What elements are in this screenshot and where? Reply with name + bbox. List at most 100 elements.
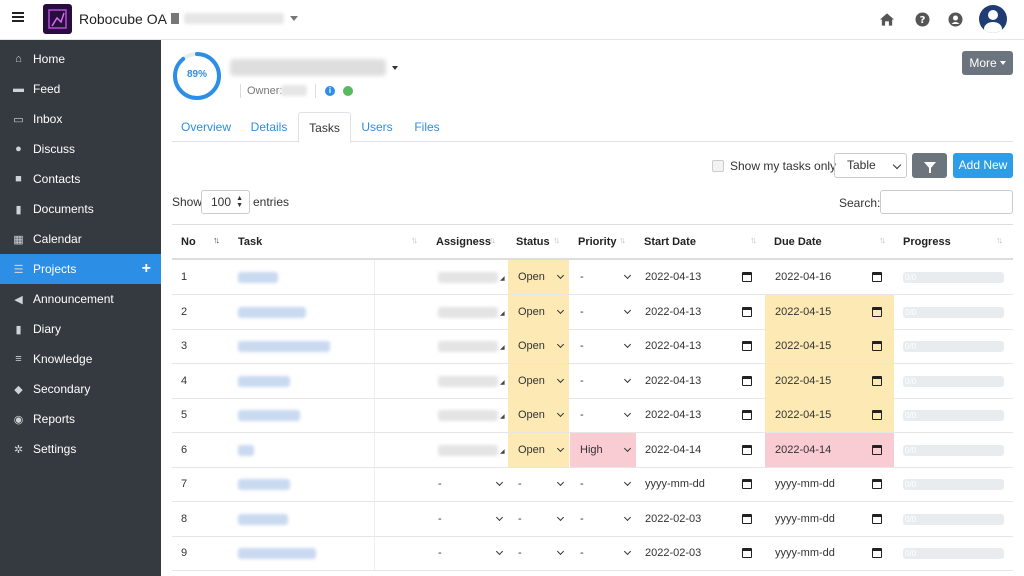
entries-select[interactable]: 100 ▲ ▼: [201, 190, 250, 214]
calendar-icon[interactable]: [742, 306, 752, 317]
header-assignees[interactable]: Assigness: [436, 225, 491, 259]
show-my-tasks-checkbox[interactable]: [712, 160, 724, 172]
calendar-icon[interactable]: [872, 548, 882, 558]
task-name-link[interactable]: [238, 306, 306, 318]
task-name-link[interactable]: [238, 479, 290, 490]
calendar-icon[interactable]: [742, 513, 752, 524]
task-name-link[interactable]: [238, 410, 300, 421]
task-name-link[interactable]: [238, 548, 316, 559]
sidebar-item-calendar[interactable]: ▦ Calendar: [0, 224, 161, 254]
add-project-icon[interactable]: +: [142, 260, 151, 278]
calendar-icon[interactable]: [742, 375, 752, 386]
add-new-button[interactable]: Add New: [953, 153, 1013, 178]
header-progress[interactable]: Progress: [903, 225, 951, 259]
assignee-select[interactable]: -: [438, 467, 442, 501]
start-date-input[interactable]: 2022-04-13: [645, 329, 701, 363]
calendar-icon[interactable]: [742, 272, 752, 282]
sidebar-item-projects[interactable]: ☰ Projects +: [0, 254, 161, 284]
chevron-down-icon[interactable]: [290, 16, 298, 21]
sort-icon[interactable]: ↑↓: [411, 235, 418, 245]
start-date-input[interactable]: 2022-04-14: [645, 433, 701, 467]
organization-name[interactable]: [184, 13, 284, 24]
calendar-icon[interactable]: [742, 410, 752, 420]
sidebar-item-announcement[interactable]: ◀ Announcement: [0, 284, 161, 314]
sort-icon[interactable]: ↑↓: [750, 235, 757, 245]
sidebar-item-home[interactable]: ⌂ Home: [0, 44, 161, 74]
assignee-select[interactable]: -: [438, 502, 442, 536]
task-name-link[interactable]: [238, 513, 288, 525]
assignee-select[interactable]: [438, 375, 498, 387]
start-date-input[interactable]: 2022-04-13: [645, 364, 701, 398]
calendar-icon[interactable]: [872, 513, 882, 524]
tab-users[interactable]: Users: [356, 112, 398, 142]
user-circle-icon[interactable]: [947, 11, 963, 27]
sort-icon[interactable]: ↑↓: [489, 235, 496, 245]
sidebar-item-diary[interactable]: ▮ Diary: [0, 314, 161, 344]
sort-icon[interactable]: ↑↓: [879, 235, 886, 245]
task-name-link[interactable]: [238, 375, 290, 387]
home-icon[interactable]: [879, 11, 895, 27]
start-date-input[interactable]: 2022-04-13: [645, 398, 701, 432]
calendar-icon[interactable]: [742, 548, 752, 558]
calendar-icon[interactable]: [742, 444, 752, 455]
task-name-link[interactable]: [238, 341, 330, 352]
assignee-select[interactable]: [438, 306, 498, 318]
app-logo[interactable]: [43, 4, 72, 34]
sidebar-item-settings[interactable]: ✲ Settings: [0, 434, 161, 464]
sidebar-item-knowledge[interactable]: ≡ Knowledge: [0, 344, 161, 374]
show-my-tasks-label[interactable]: Show my tasks only: [730, 159, 836, 173]
assignee-select[interactable]: [438, 444, 498, 456]
sort-icon[interactable]: ↑↓: [553, 235, 560, 245]
calendar-icon[interactable]: [872, 444, 882, 455]
sort-icon[interactable]: ↑↓: [619, 235, 626, 245]
calendar-icon[interactable]: [872, 375, 882, 386]
help-icon[interactable]: ?: [914, 11, 930, 27]
tab-files[interactable]: Files: [406, 112, 448, 142]
view-select[interactable]: Table: [834, 153, 907, 178]
menu-icon[interactable]: [12, 12, 24, 24]
search-input[interactable]: [880, 190, 1013, 214]
sidebar-item-feed[interactable]: ▬ Feed: [0, 74, 161, 104]
tab-details[interactable]: Details: [244, 112, 294, 142]
header-due-date[interactable]: Due Date: [774, 225, 822, 259]
sidebar-item-reports[interactable]: ◉ Reports: [0, 404, 161, 434]
info-icon[interactable]: i: [325, 86, 335, 96]
header-priority[interactable]: Priority: [578, 225, 617, 259]
assignee-select[interactable]: [438, 272, 498, 283]
calendar-icon[interactable]: [872, 306, 882, 317]
header-no[interactable]: No: [181, 225, 196, 259]
sidebar-item-contacts[interactable]: ■ Contacts: [0, 164, 161, 194]
sort-icon[interactable]: ↑↓: [996, 235, 1003, 245]
header-start-date[interactable]: Start Date: [644, 225, 696, 259]
more-button[interactable]: More: [962, 51, 1013, 75]
calendar-icon[interactable]: [872, 410, 882, 420]
tab-overview[interactable]: Overview: [176, 112, 236, 142]
start-date-input[interactable]: 2022-02-03: [645, 502, 701, 536]
header-task[interactable]: Task: [238, 225, 262, 259]
calendar-icon[interactable]: [742, 341, 752, 351]
sidebar-item-documents[interactable]: ▮ Documents: [0, 194, 161, 224]
sort-icon[interactable]: ↑↓: [213, 235, 220, 245]
start-date-input[interactable]: 2022-04-13: [645, 260, 701, 294]
filter-button[interactable]: [912, 153, 947, 178]
calendar-icon[interactable]: [872, 479, 882, 489]
calendar-icon[interactable]: [742, 479, 752, 489]
sidebar-item-inbox[interactable]: ▭ Inbox: [0, 104, 161, 134]
start-date-input[interactable]: yyyy-mm-dd: [645, 467, 705, 501]
start-date-input[interactable]: 2022-02-03: [645, 536, 701, 570]
tab-tasks[interactable]: Tasks: [298, 112, 351, 143]
header-status[interactable]: Status: [516, 225, 550, 259]
avatar[interactable]: [979, 5, 1007, 33]
sidebar-item-discuss[interactable]: ● Discuss: [0, 134, 161, 164]
project-name[interactable]: [230, 59, 386, 76]
assignee-select[interactable]: [438, 410, 498, 421]
start-date-input[interactable]: 2022-04-13: [645, 295, 701, 329]
assignee-select[interactable]: -: [438, 536, 442, 570]
sidebar-item-secondary[interactable]: ◆ Secondary: [0, 374, 161, 404]
globe-icon[interactable]: [343, 86, 353, 96]
chevron-down-icon[interactable]: [392, 66, 398, 70]
task-name-link[interactable]: [238, 444, 254, 456]
calendar-icon[interactable]: [872, 341, 882, 351]
task-name-link[interactable]: [238, 272, 278, 283]
assignee-select[interactable]: [438, 341, 498, 352]
